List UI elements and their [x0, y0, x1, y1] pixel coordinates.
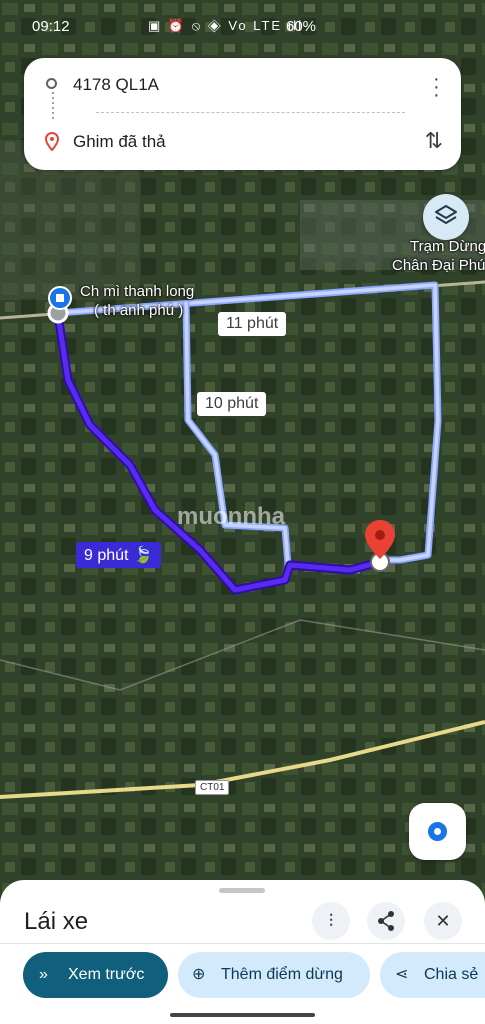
close-icon: ✕	[435, 911, 451, 931]
field-divider	[96, 112, 405, 113]
my-location-button[interactable]	[409, 803, 466, 860]
origin-place-label[interactable]: Ch mì thanh long	[80, 283, 194, 300]
add-stop-button[interactable]: ⊕ Thêm điểm dừng	[178, 952, 370, 998]
share-chip-icon: ⋖	[395, 966, 409, 983]
origin-field[interactable]: 4178 QL1A	[73, 75, 159, 95]
route-time-best-label: 9 phút	[84, 547, 129, 564]
share-icon	[378, 911, 394, 931]
my-location-icon	[428, 822, 447, 841]
bottom-sheet: Lái xe ⫶ ✕ » Xem trước ⊕ Thêm điểm dừng …	[0, 880, 485, 1024]
destination-row[interactable]: Ghim đã thả ⇅	[24, 120, 461, 164]
place-label[interactable]: Chân Đại Phú	[392, 257, 485, 274]
route-time-best[interactable]: 9 phút 🍃	[76, 542, 161, 568]
sliders-icon: ⫶	[328, 911, 334, 931]
swap-icon[interactable]: ⇅	[425, 128, 443, 154]
eco-leaf-icon: 🍃	[132, 547, 153, 564]
route-time-alt[interactable]: 11 phút	[218, 312, 287, 336]
status-bar: 09:12 ▣ ⏰ ⦸ ◈ Vo LTE ıll 60%	[0, 16, 485, 40]
place-label[interactable]: Trạm Dừng	[410, 238, 485, 255]
layers-icon	[435, 205, 457, 224]
share-chip-label: Chia sẻ	[424, 966, 479, 983]
clock: 09:12	[32, 18, 70, 35]
route-time-alt[interactable]: 10 phút	[197, 392, 267, 416]
travel-mode-title: Lái xe	[24, 908, 89, 935]
share-chip[interactable]: ⋖ Chia sẻ	[380, 952, 485, 998]
status-icons: ▣ ⏰ ⦸ ◈ Vo LTE ıll	[148, 18, 304, 33]
more-options-icon[interactable]: · · ·	[433, 69, 440, 105]
origin-row[interactable]: 4178 QL1A · · ·	[24, 63, 461, 107]
preview-label: Xem trước	[68, 966, 145, 983]
sheet-divider	[0, 943, 485, 944]
share-button[interactable]	[367, 902, 405, 940]
sheet-drag-handle[interactable]	[219, 888, 265, 893]
double-chevron-icon: »	[39, 966, 48, 983]
origin-place-label[interactable]: ( th anh phú )	[94, 302, 183, 319]
directions-card: 4178 QL1A · · · Ghim đã thả ⇅	[24, 58, 461, 170]
close-button[interactable]: ✕	[424, 902, 462, 940]
layers-button[interactable]	[423, 194, 469, 240]
preview-button[interactable]: » Xem trước	[23, 952, 168, 998]
destination-pin-small-icon	[45, 132, 59, 151]
battery-level: 60%	[286, 18, 317, 35]
route-connector	[52, 92, 54, 122]
origin-circle-icon	[46, 78, 57, 89]
route-options-button[interactable]: ⫶	[312, 902, 350, 940]
destination-field[interactable]: Ghim đã thả	[73, 132, 166, 152]
add-location-icon: ⊕	[192, 966, 206, 983]
watermark: muonnha	[177, 503, 285, 530]
add-stop-label: Thêm điểm dừng	[221, 966, 343, 983]
road-shield: CT01	[195, 780, 230, 795]
gesture-nav-bar[interactable]	[170, 1013, 315, 1017]
